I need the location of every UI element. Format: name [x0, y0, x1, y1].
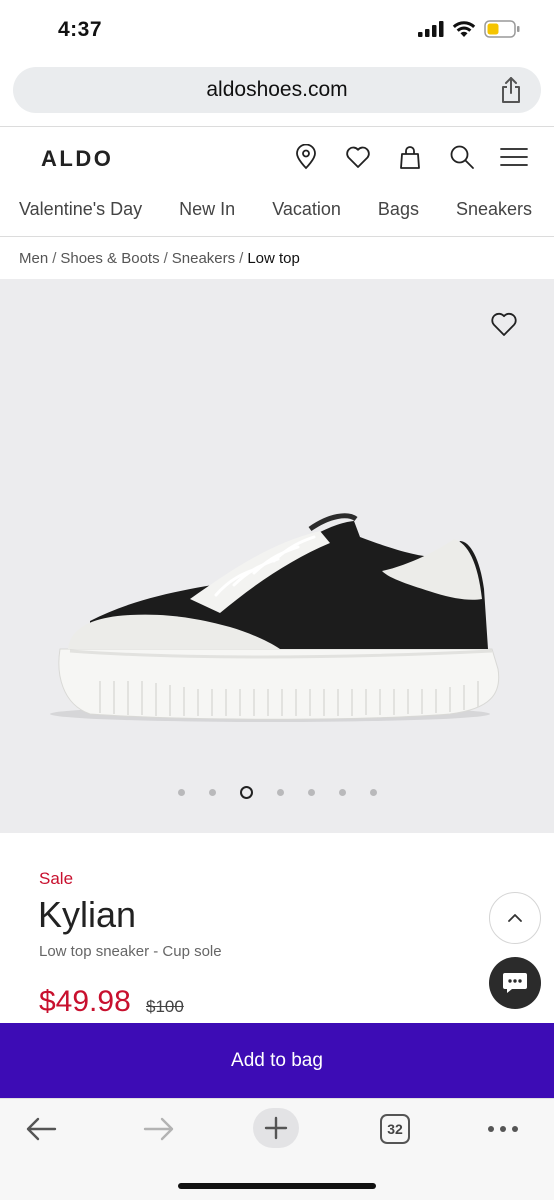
- forward-arrow-icon[interactable]: [137, 1111, 181, 1147]
- plus-icon: [264, 1116, 288, 1140]
- signal-icon: [418, 21, 444, 37]
- back-arrow-icon[interactable]: [19, 1111, 63, 1147]
- gallery-dot[interactable]: [338, 789, 346, 796]
- sale-badge: Sale: [39, 869, 74, 888]
- bag-icon[interactable]: [384, 142, 436, 172]
- sale-price: $49.98: [39, 985, 131, 1018]
- aldo-logo[interactable]: ALDO: [41, 146, 113, 172]
- original-price: $100: [146, 997, 184, 1016]
- category-new-in[interactable]: New In: [179, 199, 235, 220]
- gallery-dot[interactable]: [177, 789, 185, 796]
- breadcrumb-separator: /: [52, 250, 57, 267]
- breadcrumb: Men / Shoes & Boots / Sneakers / Low top: [19, 250, 300, 267]
- search-icon[interactable]: [436, 142, 488, 172]
- breadcrumb-men[interactable]: Men: [19, 250, 48, 267]
- chat-bubble-icon: [503, 973, 527, 993]
- add-to-bag-button[interactable]: Add to bag: [0, 1023, 554, 1098]
- product-description: Low top sneaker - Cup sole: [39, 943, 222, 960]
- tab-count: 32: [380, 1114, 410, 1144]
- breadcrumb-sneakers[interactable]: Sneakers: [172, 250, 235, 267]
- category-bags[interactable]: Bags: [378, 199, 419, 220]
- gallery-dot[interactable]: [208, 789, 216, 796]
- product-image-gallery[interactable]: [0, 279, 554, 833]
- gallery-dot[interactable]: [307, 789, 315, 796]
- breadcrumb-separator: /: [239, 250, 244, 267]
- home-indicator: [178, 1183, 376, 1189]
- menu-icon[interactable]: [488, 142, 540, 172]
- divider: [0, 126, 554, 127]
- breadcrumb-separator: /: [163, 250, 168, 267]
- breadcrumb-current: Low top: [247, 250, 300, 267]
- location-pin-icon[interactable]: [280, 142, 332, 172]
- gallery-dot[interactable]: [369, 789, 377, 796]
- chat-button[interactable]: [489, 957, 541, 1009]
- status-time: 4:37: [58, 18, 103, 41]
- header-icons: [280, 142, 540, 172]
- divider: [0, 236, 554, 237]
- wishlist-heart-icon[interactable]: [490, 311, 518, 342]
- gallery-dot[interactable]: [276, 789, 284, 796]
- wifi-icon: [452, 20, 476, 37]
- gallery-dots: [0, 786, 554, 799]
- chevron-up-icon: [508, 914, 522, 922]
- share-icon[interactable]: [499, 76, 523, 109]
- product-name: Kylian: [38, 894, 137, 935]
- breadcrumb-shoes-boots[interactable]: Shoes & Boots: [60, 250, 159, 267]
- tabs-button[interactable]: 32: [373, 1111, 417, 1147]
- status-bar: 4:37: [0, 0, 554, 62]
- category-vacation[interactable]: Vacation: [272, 199, 341, 220]
- gallery-dot[interactable]: [239, 786, 253, 799]
- status-icons: [418, 20, 520, 38]
- scroll-to-top-button[interactable]: [489, 892, 541, 944]
- more-options-icon[interactable]: [481, 1111, 525, 1147]
- category-nav: Valentine's Day New In Vacation Bags Sne…: [19, 199, 554, 220]
- category-valentines-day[interactable]: Valentine's Day: [19, 199, 142, 220]
- product-image: [50, 513, 500, 722]
- category-sneakers[interactable]: Sneakers: [456, 199, 532, 220]
- battery-icon: [484, 20, 520, 38]
- heart-icon[interactable]: [332, 142, 384, 172]
- url-text[interactable]: aldoshoes.com: [13, 78, 541, 102]
- new-tab-button[interactable]: [253, 1108, 299, 1148]
- address-bar[interactable]: aldoshoes.com: [13, 67, 541, 113]
